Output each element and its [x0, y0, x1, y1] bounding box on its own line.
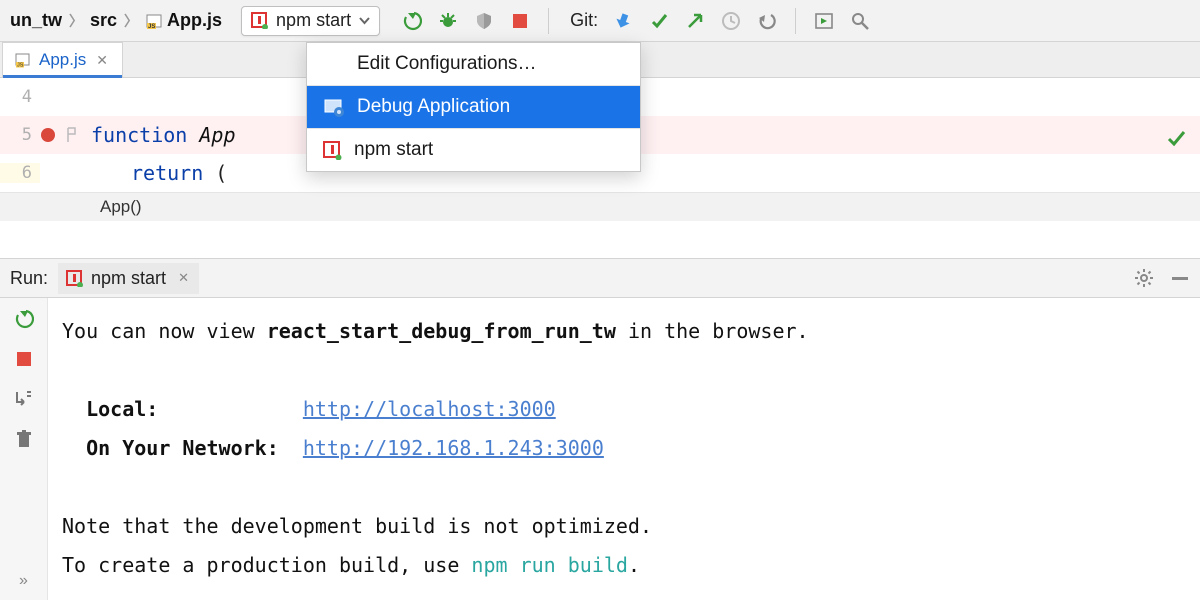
local-url-link[interactable]: http://localhost:3000: [303, 397, 556, 421]
run-to-line-icon[interactable]: [65, 126, 79, 144]
run-tool-header: Run: npm start ✕: [0, 258, 1200, 298]
editor-breadcrumb[interactable]: App(): [0, 192, 1200, 221]
network-url-link[interactable]: http://192.168.1.243:3000: [303, 436, 604, 460]
search-icon[interactable]: [849, 10, 871, 32]
chevron-down-icon: [359, 15, 370, 26]
run-tool-tab[interactable]: npm start ✕: [58, 263, 199, 294]
coverage-icon[interactable]: [473, 10, 495, 32]
separator: [548, 8, 549, 34]
rerun-icon[interactable]: [13, 308, 35, 330]
close-icon[interactable]: ✕: [96, 52, 108, 69]
npm-config-icon: [66, 270, 83, 287]
console-text: Local:: [86, 397, 158, 421]
crumb-project-label: un_tw: [10, 10, 62, 31]
menu-item-label: Debug Application: [357, 96, 510, 118]
console-text: .: [628, 553, 640, 577]
console-text: react_start_debug_from_run_tw: [267, 319, 616, 343]
run-tool-gutter: »: [0, 298, 48, 600]
crumb-src[interactable]: src: [86, 8, 121, 33]
git-label: Git:: [570, 10, 598, 31]
separator: [795, 8, 796, 34]
console-text: npm run build: [471, 553, 628, 577]
menu-item-label: npm start: [354, 139, 433, 161]
breadcrumb: un_tw 〉 src 〉 JS App.js: [6, 8, 226, 33]
line-number: 4: [0, 87, 40, 107]
js-file-icon: JS: [145, 12, 163, 30]
run-tool-tab-label: npm start: [91, 268, 166, 289]
navbar: un_tw 〉 src 〉 JS App.js npm start Git:: [0, 0, 1200, 42]
crumb-file[interactable]: JS App.js: [141, 8, 226, 33]
trash-icon[interactable]: [13, 428, 35, 450]
js-file-icon: JS: [15, 52, 31, 68]
debug-app-icon: [323, 97, 345, 117]
console-text: To create a production build, use: [62, 553, 471, 577]
debug-icon[interactable]: [437, 10, 459, 32]
run-config-label: npm start: [276, 10, 351, 31]
console-text: You can now view: [62, 319, 267, 343]
keyword: function: [91, 123, 187, 147]
rollback-icon[interactable]: [756, 10, 778, 32]
run-config-select[interactable]: npm start: [241, 6, 380, 36]
stop-icon[interactable]: [509, 10, 531, 32]
chevron-right-icon: 〉: [68, 11, 84, 31]
crumb-project[interactable]: un_tw: [6, 8, 66, 33]
run-tool-window: Run: npm start ✕ » You can now view reac…: [0, 258, 1200, 600]
tab-app-js[interactable]: JS App.js ✕: [2, 42, 123, 77]
close-icon[interactable]: ✕: [178, 270, 189, 286]
run-tool-title: Run:: [10, 268, 48, 289]
push-icon[interactable]: [684, 10, 706, 32]
menu-item-label: Edit Configurations…: [357, 53, 537, 75]
npm-config-icon: [251, 12, 268, 29]
update-project-icon[interactable]: [612, 10, 634, 32]
inspection-ok-icon[interactable]: [1166, 128, 1186, 148]
console-text: Note that the development build is not o…: [62, 507, 1190, 546]
line-number: 5: [0, 125, 40, 145]
run-icon[interactable]: [401, 10, 423, 32]
menu-npm-start[interactable]: npm start: [307, 129, 640, 171]
console-output[interactable]: You can now view react_start_debug_from_…: [48, 298, 1200, 600]
layout-icon[interactable]: [13, 388, 35, 410]
tab-label: App.js: [39, 50, 86, 70]
console-text: in the browser.: [616, 319, 809, 343]
code-text: (: [203, 161, 227, 185]
run-tool-body: » You can now view react_start_debug_fro…: [0, 298, 1200, 600]
breakpoint-icon[interactable]: [40, 127, 56, 143]
settings-icon[interactable]: [1134, 268, 1154, 288]
menu-debug-application[interactable]: Debug Application: [307, 86, 640, 128]
hide-icon[interactable]: [1170, 268, 1190, 288]
crumb-file-label: App.js: [167, 10, 222, 31]
editor-breadcrumb-label: App(): [100, 197, 142, 216]
history-icon[interactable]: [720, 10, 742, 32]
svg-text:JS: JS: [148, 24, 155, 30]
line-number: 6: [0, 163, 40, 183]
function-name: App: [199, 123, 235, 147]
svg-text:JS: JS: [17, 63, 24, 69]
crumb-src-label: src: [90, 10, 117, 31]
keyword: return: [131, 161, 203, 185]
run-config-menu: Edit Configurations… Debug Application n…: [306, 42, 641, 172]
run-anything-icon[interactable]: [813, 10, 835, 32]
more-icon[interactable]: »: [13, 570, 35, 592]
toolbar: Git:: [401, 8, 871, 34]
chevron-right-icon: 〉: [123, 11, 139, 31]
npm-config-icon: [323, 141, 342, 160]
menu-edit-configurations[interactable]: Edit Configurations…: [307, 43, 640, 85]
console-text: On Your Network:: [86, 436, 279, 460]
commit-icon[interactable]: [648, 10, 670, 32]
stop-icon[interactable]: [13, 348, 35, 370]
